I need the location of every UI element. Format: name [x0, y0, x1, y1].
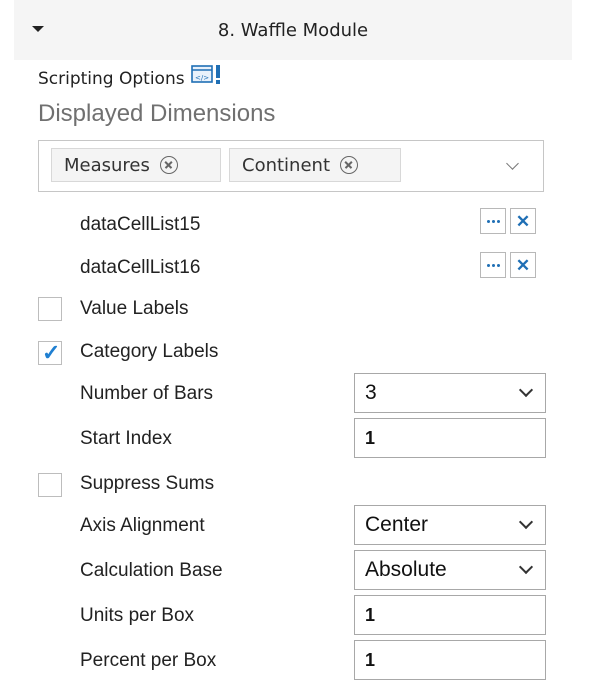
category-labels-label: Category Labels — [80, 341, 219, 362]
start-index-input[interactable]: 1 — [354, 418, 546, 458]
remove-chip-icon[interactable] — [159, 156, 178, 174]
remove-data-cell-button[interactable]: ✕ — [510, 208, 536, 234]
remove-chip-icon[interactable] — [340, 156, 358, 174]
suppress-sums-label: Suppress Sums — [80, 473, 215, 494]
chip-label: Measures — [64, 154, 150, 176]
edit-data-cell-button[interactable] — [480, 252, 506, 278]
module-header[interactable]: 8. Waffle Module — [14, 0, 572, 60]
data-cell-item: dataCellList15 — [80, 214, 201, 235]
start-index-label: Start Index — [80, 428, 172, 449]
value-labels-checkbox[interactable] — [38, 297, 62, 321]
script-editor-icon[interactable]: </> — [190, 64, 227, 86]
start-index-value: 1 — [365, 427, 376, 448]
axis-alignment-value: Center — [365, 513, 429, 536]
axis-alignment-label: Axis Alignment — [80, 515, 205, 536]
close-icon: ✕ — [515, 211, 531, 231]
number-of-bars-select[interactable]: 3 — [354, 373, 546, 413]
chevron-down-icon[interactable] — [506, 157, 519, 170]
chevron-down-icon — [518, 559, 534, 575]
svg-text:</>: </> — [195, 74, 209, 82]
suppress-sums-checkbox[interactable] — [38, 473, 62, 497]
calculation-base-select[interactable]: Absolute — [354, 550, 546, 590]
data-cell-item: dataCellList16 — [80, 257, 201, 278]
units-per-box-value: 1 — [365, 604, 376, 625]
dimension-chip-continent[interactable]: Continent — [229, 148, 401, 182]
number-of-bars-value: 3 — [365, 381, 377, 404]
remove-data-cell-button[interactable]: ✕ — [510, 252, 536, 278]
dimension-chip-measures[interactable]: Measures — [51, 148, 221, 182]
chevron-down-icon — [518, 382, 534, 398]
category-labels-checkbox[interactable]: ✓ — [38, 340, 62, 365]
edit-data-cell-button[interactable] — [480, 208, 506, 234]
more-icon — [486, 219, 500, 223]
checkmark-icon: ✓ — [42, 340, 61, 365]
number-of-bars-label: Number of Bars — [80, 383, 214, 404]
scripting-options-label: Scripting Options — [38, 69, 185, 89]
chip-label: Continent — [242, 154, 330, 176]
scripting-options-row: Scripting Options </> — [38, 64, 227, 92]
dimension-multiselect[interactable]: Measures Continent — [38, 140, 544, 192]
percent-per-box-value: 1 — [365, 649, 376, 670]
calculation-base-label: Calculation Base — [80, 560, 223, 581]
value-labels-label: Value Labels — [80, 298, 189, 319]
calculation-base-value: Absolute — [365, 558, 447, 581]
percent-per-box-label: Percent per Box — [80, 650, 217, 671]
module-title: 8. Waffle Module — [217, 20, 369, 41]
units-per-box-input[interactable]: 1 — [354, 595, 546, 635]
close-icon: ✕ — [515, 255, 531, 275]
more-icon — [486, 263, 500, 267]
percent-per-box-input[interactable]: 1 — [354, 640, 546, 680]
displayed-dimensions-title: Displayed Dimensions — [38, 100, 276, 127]
units-per-box-label: Units per Box — [80, 605, 195, 626]
axis-alignment-select[interactable]: Center — [354, 505, 546, 545]
chevron-down-icon — [518, 514, 534, 530]
